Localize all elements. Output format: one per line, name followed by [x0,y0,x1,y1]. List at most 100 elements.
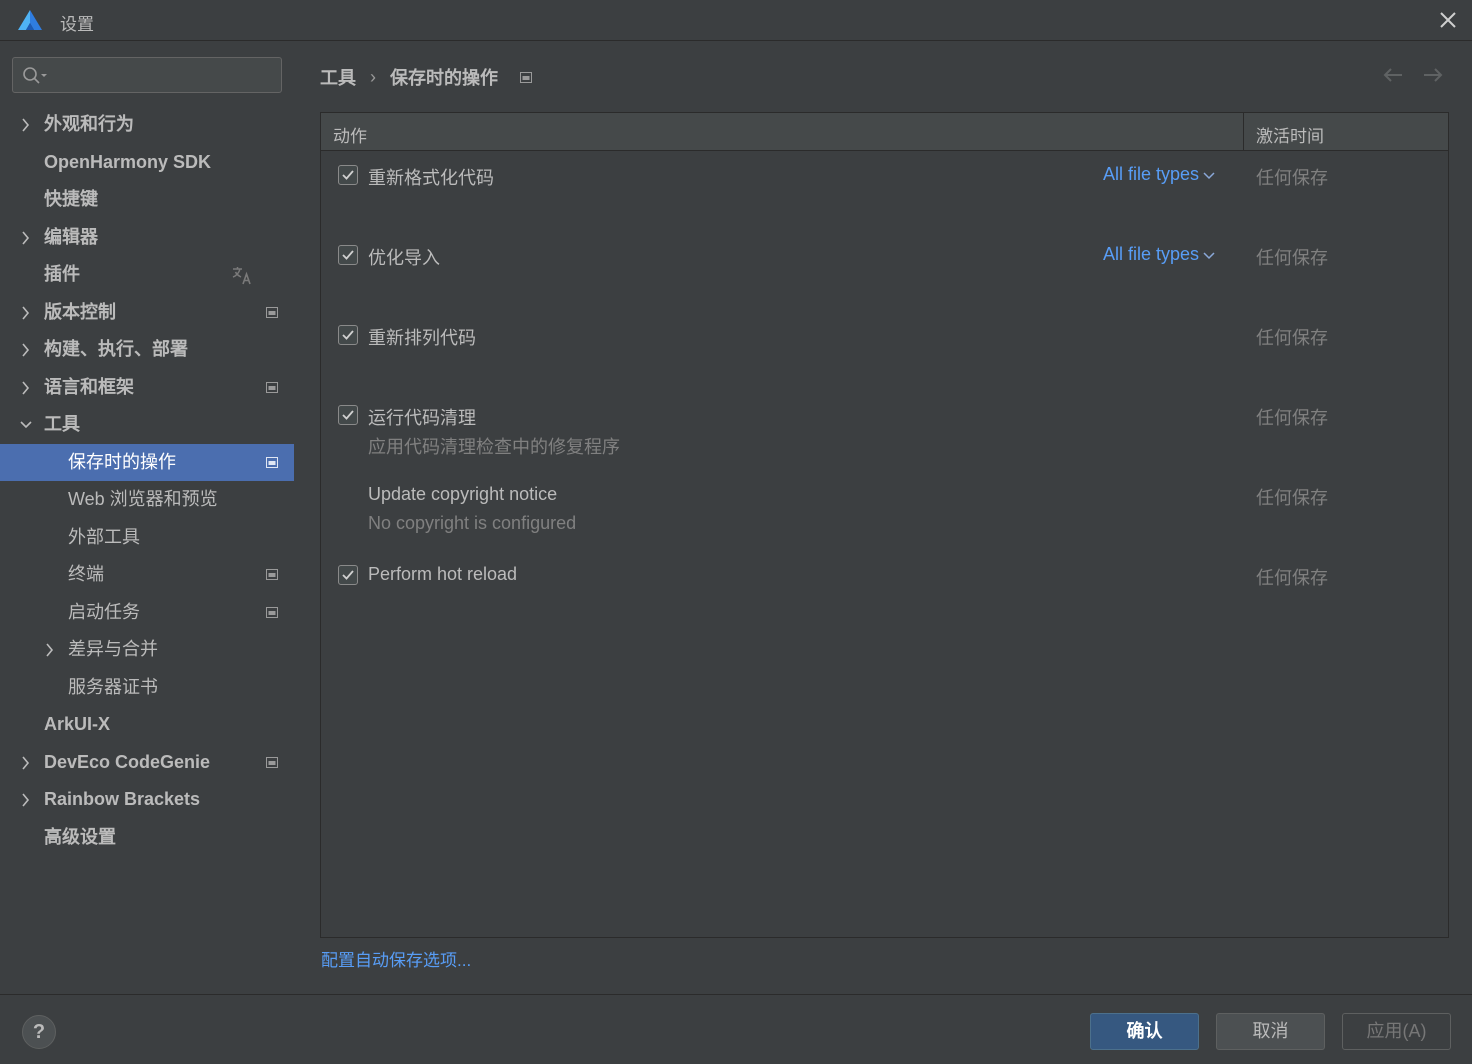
action-checkbox[interactable] [338,325,358,345]
sidebar-item-label: 外观和行为 [44,114,134,134]
sidebar-item[interactable]: OpenHarmony SDK [0,144,294,181]
settings-sidebar: 外观和行为 OpenHarmony SDK 快捷键编辑器插件版本控制构建、执行、部署… [0,42,294,994]
sidebar-item-label: OpenHarmony SDK [44,151,212,172]
activation-trigger[interactable]: 任何保存 [1256,564,1328,590]
search-input[interactable] [51,64,271,86]
project-icon [266,306,278,318]
activation-trigger[interactable]: 任何保存 [1256,324,1328,350]
activation-trigger[interactable]: 任何保存 [1256,164,1328,190]
breadcrumb: 工具 › 保存时的操作 [320,64,532,90]
sidebar-item-label: 版本控制 [44,301,116,322]
sidebar-item[interactable]: 外部工具 [0,519,294,556]
sidebar-item[interactable]: 终端 [0,556,294,593]
search-icon [23,67,47,84]
cancel-button[interactable]: 取消 [1216,1013,1325,1050]
sidebar-item-label: 工具 [44,414,80,434]
project-icon [266,569,278,580]
forward-arrow-icon[interactable] [1421,64,1445,86]
apply-button[interactable]: 应用(A) [1342,1013,1451,1050]
sidebar-item-label: 差异与合并 [68,639,158,659]
help-button[interactable]: ? [22,1015,56,1049]
sidebar-item[interactable]: 快捷键 [0,181,294,218]
main-panel: 工具 › 保存时的操作 动作 激活时间 重新格式化代码 All file type… [294,42,1472,994]
action-checkbox[interactable] [338,565,358,585]
sidebar-item[interactable]: 保存时的操作 [0,443,294,481]
sidebar-item[interactable]: 插件 [0,256,294,293]
checkmark-icon [342,250,354,260]
chevron-down-icon[interactable] [20,418,32,432]
chevron-right-icon[interactable] [20,380,32,395]
checkmark-icon [342,570,354,580]
action-subtitle: No copyright is configured [368,513,577,533]
activation-trigger[interactable]: 任何保存 [1256,404,1328,430]
sidebar-item-label: 外部工具 [68,526,140,547]
project-icon [266,756,278,768]
sidebar-item[interactable]: 差异与合并 [0,631,294,668]
sidebar-item[interactable]: 服务器证书 [0,669,294,706]
chevron-right-icon[interactable] [44,643,56,657]
action-row: Update copyright notice No copyright is c… [321,479,1448,559]
sidebar-item[interactable]: 语言和框架 [0,369,294,406]
chevron-right-icon[interactable] [20,230,32,245]
sidebar-item-label: 构建、执行、部署 [44,339,188,359]
dialog-footer: ? 确认 取消 应用(A) [0,994,1472,1064]
sidebar-item-label: Rainbow Brackets [44,789,201,809]
project-icon [266,456,278,468]
chevron-down-icon [1203,252,1215,260]
sidebar-item-label: 终端 [68,564,104,584]
sidebar-item[interactable]: 外观和行为 [0,106,294,143]
action-checkbox[interactable] [338,245,358,265]
chevron-right-icon[interactable] [20,793,32,807]
action-subtitle: 应用代码清理检查中的修复程序 [368,437,620,457]
sidebar-item[interactable]: 构建、执行、部署 [0,331,294,368]
sidebar-item-label: Web 浏览器和预览 [68,489,218,509]
sidebar-item-label: DevEco CodeGenie [44,751,211,772]
chevron-down-icon [1203,172,1215,180]
breadcrumb-parent[interactable]: 工具 [320,64,356,90]
sidebar-item-label: 启动任务 [68,601,140,622]
column-header-action[interactable]: 动作 [333,122,367,147]
action-checkbox[interactable] [338,165,358,185]
file-types-dropdown[interactable]: All file types [1103,244,1215,265]
activation-trigger[interactable]: 任何保存 [1256,244,1328,270]
column-header-activate[interactable]: 激活时间 [1256,122,1324,147]
ok-button[interactable]: 确认 [1090,1013,1199,1050]
action-checkbox[interactable] [338,405,358,425]
activation-trigger[interactable]: 任何保存 [1256,484,1328,510]
table-header: 动作 激活时间 [321,113,1448,151]
action-row: 优化导入 All file types 任何保存 [321,239,1448,319]
sidebar-item-label: ArkUI-X [44,714,111,734]
sidebar-item[interactable]: DevEco CodeGenie [0,744,294,781]
action-row: Perform hot reload 任何保存 [321,559,1448,639]
file-types-dropdown[interactable]: All file types [1103,164,1215,185]
project-icon [266,381,278,393]
deveco-logo-icon [18,10,42,30]
sidebar-item[interactable]: ArkUI-X [0,706,294,743]
chevron-right-icon[interactable] [20,343,32,357]
sidebar-item-label: 语言和框架 [44,376,134,397]
column-divider[interactable] [1243,113,1244,151]
close-button[interactable] [1434,6,1462,34]
search-box[interactable] [12,57,282,93]
sidebar-item[interactable]: 启动任务 [0,594,294,631]
title-bar: 设置 [0,0,1472,41]
sidebar-item[interactable]: 高级设置 [0,819,294,856]
sidebar-item-label: 快捷键 [44,189,98,209]
breadcrumb-separator: › [370,66,376,87]
chevron-right-icon[interactable] [20,118,32,132]
actions-table: 动作 激活时间 重新格式化代码 All file types 任何保存 优化导入 All… [320,112,1449,938]
chevron-right-icon[interactable] [20,755,32,770]
action-row: 重新格式化代码 All file types 任何保存 [321,159,1448,239]
action-title: Update copyright notice [368,484,558,504]
back-arrow-icon[interactable] [1381,64,1405,86]
sidebar-item[interactable]: 版本控制 [0,294,294,331]
sidebar-item[interactable]: 工具 [0,406,294,443]
configure-autosave-link[interactable]: 配置自动保存选项... [321,946,471,971]
action-title: Perform hot reload [368,564,518,584]
sidebar-item-label: 插件 [44,264,80,284]
translate-icon[interactable] [231,264,253,286]
sidebar-item[interactable]: 编辑器 [0,219,294,256]
chevron-right-icon[interactable] [20,305,32,320]
sidebar-item[interactable]: Rainbow Brackets [0,781,294,818]
sidebar-item[interactable]: Web 浏览器和预览 [0,481,294,518]
